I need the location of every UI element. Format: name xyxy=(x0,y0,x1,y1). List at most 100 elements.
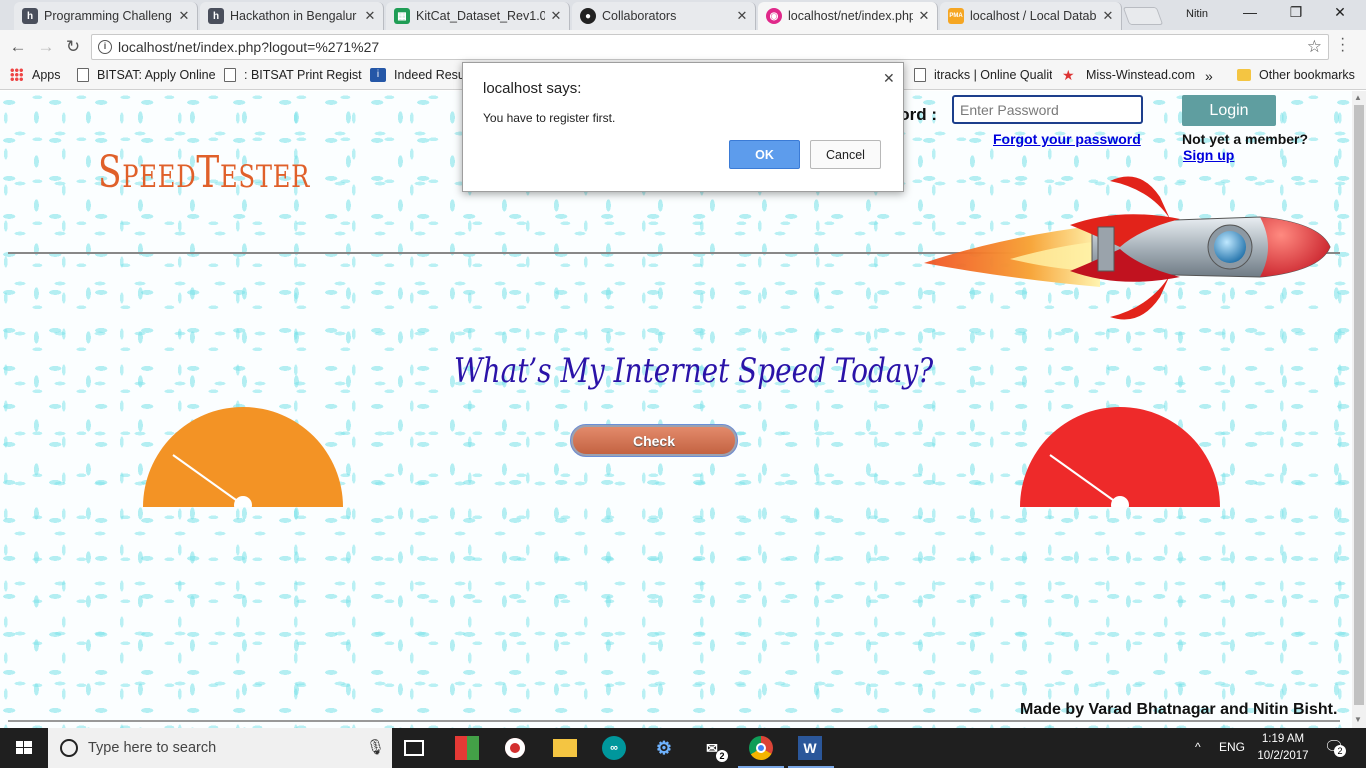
bookmark-bitsat-print[interactable]: : BITSAT Print Registr xyxy=(224,68,362,82)
close-tab-icon[interactable]: ✕ xyxy=(1101,8,1115,24)
not-member-text: Not yet a member? xyxy=(1182,131,1309,147)
ok-button[interactable]: OK xyxy=(729,140,800,169)
show-hidden-icons-chevron-icon[interactable]: ^ xyxy=(1195,740,1201,754)
alert-dialog: localhost says: ✕ You have to register f… xyxy=(462,62,904,192)
restore-button[interactable]: ❐ xyxy=(1276,4,1316,24)
task-view-icon[interactable] xyxy=(404,740,424,756)
rocket-illustration xyxy=(924,176,1331,320)
close-icon[interactable]: ✕ xyxy=(883,70,895,87)
address-bar[interactable]: i ☆ xyxy=(91,34,1329,60)
close-tab-icon[interactable]: ✕ xyxy=(917,8,931,24)
mail-icon[interactable]: ✉ 2 xyxy=(700,736,728,762)
tab-hackathon[interactable]: h Hackathon in Bengalur ✕ xyxy=(200,2,384,30)
document-icon xyxy=(224,68,236,82)
tab-title: localhost / Local Datab xyxy=(970,9,1097,23)
bookmark-label: Other bookmarks xyxy=(1259,68,1355,82)
page-scrollbar[interactable]: ▲ ▼ xyxy=(1352,91,1366,728)
reload-icon[interactable]: ↻ xyxy=(63,37,83,57)
scroll-down-icon[interactable]: ▼ xyxy=(1354,715,1362,724)
close-tab-icon[interactable]: ✕ xyxy=(363,8,377,24)
start-button[interactable] xyxy=(0,728,48,768)
bookmark-label: Apps xyxy=(32,68,61,82)
tab-collaborators[interactable]: ● Collaborators ✕ xyxy=(572,2,756,30)
page-headline: What’s My Internet Speed Today? xyxy=(454,351,934,391)
check-speed-button[interactable]: Check xyxy=(570,424,738,457)
dialog-message: You have to register first. xyxy=(483,111,616,125)
bookmark-label: BITSAT: Apply Online xyxy=(97,68,216,82)
recorder-icon[interactable] xyxy=(503,736,527,760)
forward-arrow-icon[interactable]: → xyxy=(36,37,56,57)
close-tab-icon[interactable]: ✕ xyxy=(549,8,563,24)
windows-taskbar: Type here to search 🎙 ∞ ⚙ ✉ 2 W ^ ENG 1:1… xyxy=(0,728,1366,768)
language-indicator[interactable]: ENG xyxy=(1219,740,1245,754)
login-button[interactable]: Login xyxy=(1182,95,1276,126)
bookmark-bitsat-apply[interactable]: BITSAT: Apply Online xyxy=(77,68,216,82)
file-explorer-icon[interactable] xyxy=(553,739,577,757)
word-icon[interactable]: W xyxy=(798,736,822,760)
search-placeholder: Type here to search xyxy=(88,740,217,756)
minimize-button[interactable]: — xyxy=(1230,4,1270,24)
tab-title: Programming Challeng xyxy=(44,9,172,23)
bookmark-label: Miss-Winstead.com xyxy=(1086,68,1196,82)
network-app-icon[interactable]: ⚙ xyxy=(652,736,676,760)
url-input[interactable] xyxy=(118,38,1288,56)
store-icon[interactable] xyxy=(455,736,479,760)
footer-credit: Made by Varad Bhatnagar and Nitin Bisht. xyxy=(1020,701,1338,718)
star-icon: ★ xyxy=(1062,67,1075,83)
github-favicon-icon: ● xyxy=(580,8,596,24)
notifications-icon[interactable]: 🗨2 xyxy=(1324,737,1346,757)
hackerearth-favicon-icon: h xyxy=(208,8,224,24)
clock-time: 1:19 AM xyxy=(1261,733,1305,745)
bookmark-itracks[interactable]: itracks | Online Qualit xyxy=(914,68,1052,82)
bookmark-other[interactable]: Other bookmarks xyxy=(1237,68,1355,82)
document-icon xyxy=(914,68,926,82)
speed-gauge-right xyxy=(1020,407,1220,507)
tab-localhost-index[interactable]: ◉ localhost/net/index.php ✕ xyxy=(758,2,938,30)
bookmark-miss-winstead[interactable]: ★ Miss-Winstead.com xyxy=(1062,68,1195,82)
tab-programming-challenge[interactable]: h Programming Challeng ✕ xyxy=(14,2,198,30)
bookmark-indeed[interactable]: i Indeed Resum xyxy=(370,68,474,82)
forgot-password-link[interactable]: Forgot your password xyxy=(993,131,1141,147)
system-clock[interactable]: 1:19 AM 10/2/2017 xyxy=(1256,731,1310,765)
tab-title: KitCat_Dataset_Rev1.0.c xyxy=(416,9,545,23)
document-icon xyxy=(77,68,89,82)
profile-name[interactable]: Nitin xyxy=(1186,8,1208,20)
cancel-button[interactable]: Cancel xyxy=(810,140,881,169)
tab-title: localhost/net/index.php xyxy=(788,9,913,23)
taskbar-search[interactable]: Type here to search 🎙 xyxy=(48,728,392,768)
bookmarks-overflow-button[interactable]: » xyxy=(1205,68,1213,84)
signup-link[interactable]: Sign up xyxy=(1183,147,1234,163)
scroll-up-icon[interactable]: ▲ xyxy=(1354,93,1362,102)
cortana-icon xyxy=(60,739,78,757)
tab-kitcat-dataset[interactable]: ▦ KitCat_Dataset_Rev1.0.c ✕ xyxy=(386,2,570,30)
browser-menu-icon[interactable]: · · · xyxy=(1340,31,1345,59)
tab-phpmyadmin[interactable]: PMA localhost / Local Datab ✕ xyxy=(940,2,1122,30)
bookmark-label: : BITSAT Print Registr xyxy=(244,68,362,82)
bookmark-apps[interactable]: Apps xyxy=(10,68,61,82)
speed-gauge-left xyxy=(143,407,343,507)
close-window-button[interactable]: ✕ xyxy=(1320,4,1360,24)
apps-icon xyxy=(10,68,24,82)
bookmark-star-icon[interactable]: ☆ xyxy=(1307,37,1322,57)
microphone-icon[interactable]: 🎙 xyxy=(366,738,385,756)
indeed-icon: i xyxy=(370,68,386,82)
sheets-favicon-icon: ▦ xyxy=(394,8,410,24)
close-tab-icon[interactable]: ✕ xyxy=(177,8,191,24)
chrome-icon[interactable] xyxy=(749,736,773,760)
password-input[interactable] xyxy=(952,95,1143,124)
close-tab-icon[interactable]: ✕ xyxy=(735,8,749,24)
back-arrow-icon[interactable]: ← xyxy=(8,37,28,57)
folder-icon xyxy=(1237,69,1251,81)
phpmyadmin-favicon-icon: PMA xyxy=(948,8,964,24)
dialog-title: localhost says: xyxy=(483,80,582,97)
info-icon[interactable]: i xyxy=(98,40,112,54)
tab-strip: h Programming Challeng ✕ h Hackathon in … xyxy=(0,0,1366,30)
scrollbar-thumb[interactable] xyxy=(1354,105,1364,705)
arduino-icon[interactable]: ∞ xyxy=(602,736,626,760)
tab-title: Hackathon in Bengalur xyxy=(230,9,357,23)
new-tab-button[interactable] xyxy=(1122,7,1164,25)
site-logo[interactable]: SpeedTester xyxy=(98,147,310,198)
notification-count: 2 xyxy=(1334,745,1346,757)
overflow-label: » xyxy=(1205,68,1213,84)
clock-date: 10/2/2017 xyxy=(1257,750,1309,762)
